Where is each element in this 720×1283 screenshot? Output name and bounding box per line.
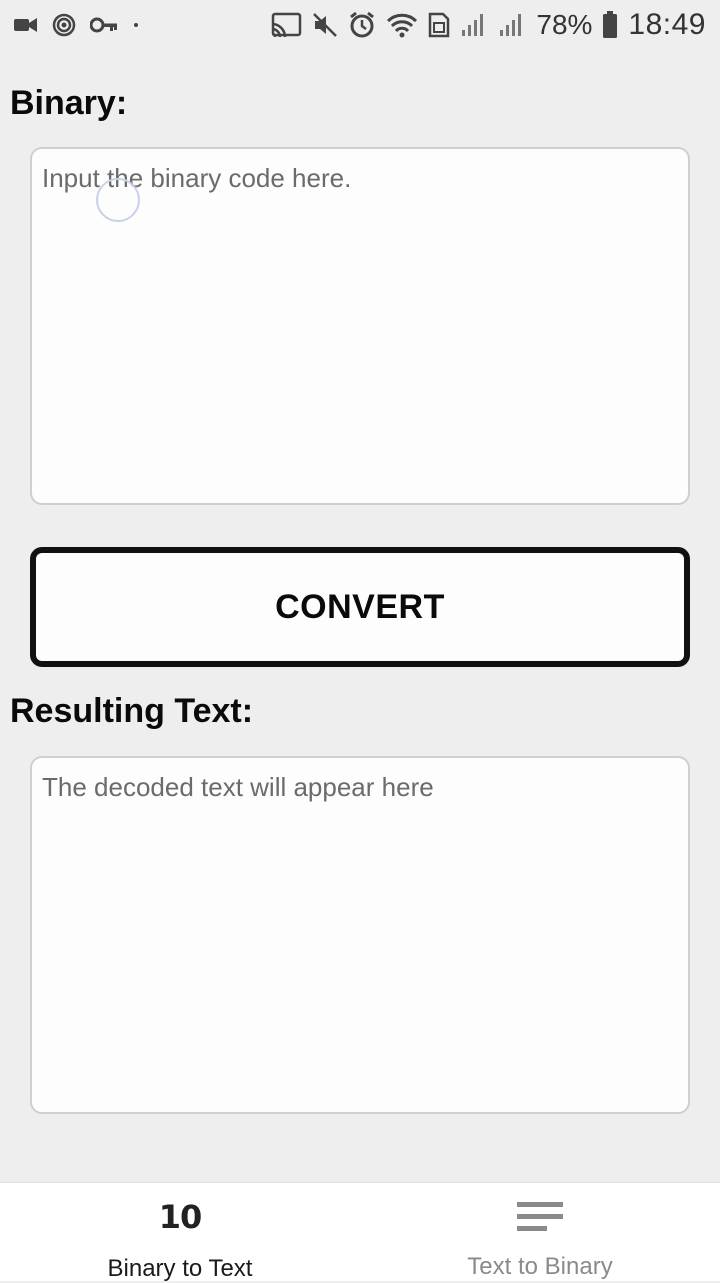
cast-icon: [270, 12, 302, 38]
tab-text-to-binary[interactable]: Text to Binary: [360, 1183, 720, 1281]
status-right: 78% 18:49: [270, 8, 706, 42]
binary-input-placeholder: Input the binary code here.: [42, 163, 352, 193]
touch-indicator: [96, 178, 140, 222]
alarm-icon: [348, 11, 376, 39]
bottom-navigation: 10 Binary to Text Text to Binary: [0, 1182, 720, 1282]
binary-10-icon: 10: [158, 1198, 203, 1236]
result-output[interactable]: The decoded text will appear here: [30, 756, 690, 1114]
mute-icon: [312, 12, 338, 38]
dot-icon: [132, 21, 140, 29]
signal-icon: [460, 12, 488, 38]
key-icon: [90, 16, 118, 34]
battery-percentage: 78%: [536, 9, 593, 40]
result-output-placeholder: The decoded text will appear here: [42, 772, 434, 802]
lines-icon: [517, 1197, 563, 1235]
signal-icon: [498, 12, 526, 38]
binary-title: Binary:: [10, 84, 128, 122]
tab-text-to-binary-label: Text to Binary: [467, 1253, 613, 1280]
status-left: [14, 13, 140, 37]
tab-binary-to-text[interactable]: 10 Binary to Text: [0, 1183, 360, 1282]
status-bar: 78% 18:49: [0, 0, 720, 50]
clock: 18:49: [628, 8, 706, 41]
sim-icon: [428, 12, 450, 38]
target-icon: [52, 13, 76, 37]
result-title: Resulting Text:: [10, 692, 254, 730]
battery-icon: [602, 11, 618, 39]
convert-button[interactable]: CONVERT: [30, 547, 690, 667]
tab-binary-to-text-label: Binary to Text: [107, 1255, 253, 1282]
wifi-icon: [386, 12, 418, 38]
video-camera-icon: [14, 16, 38, 34]
